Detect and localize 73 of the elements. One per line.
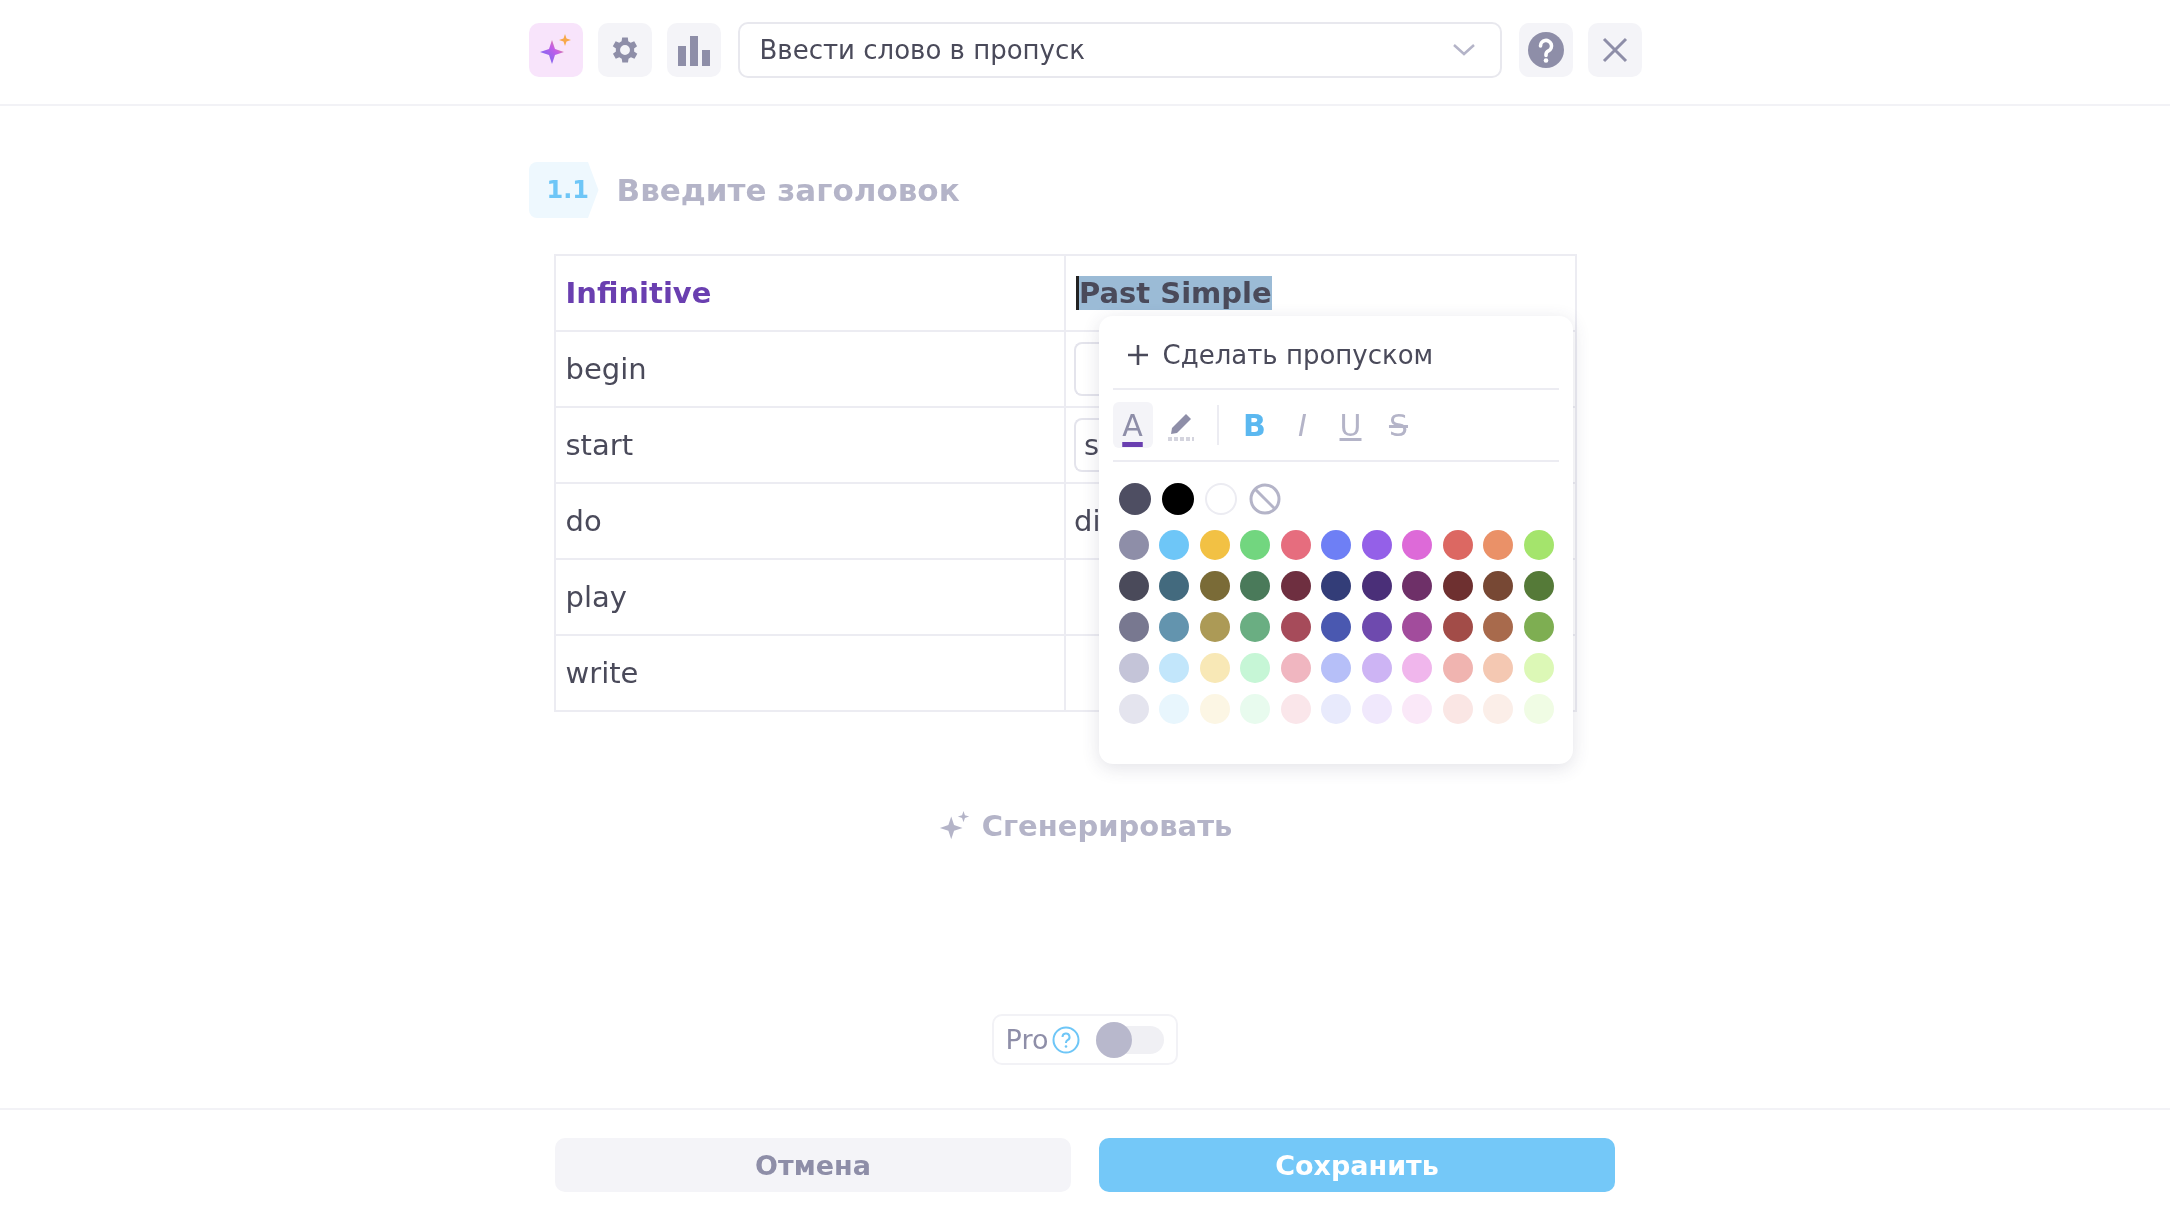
color-swatch[interactable] [1118,612,1149,642]
color-swatch[interactable] [1240,612,1270,642]
color-swatch[interactable] [1361,612,1392,642]
color-swatch[interactable] [1280,612,1311,642]
color-swatch[interactable] [1159,571,1189,601]
bar-chart-icon [675,34,712,66]
color-swatch[interactable] [1118,653,1149,683]
pro-label: Pro [1005,1024,1049,1055]
table-cell[interactable]: play [554,559,1065,635]
task-number-badge: 1.1 [528,162,599,218]
help-button[interactable] [1518,23,1573,77]
color-swatch[interactable] [1523,612,1554,642]
color-swatch[interactable] [1402,571,1432,601]
color-swatch[interactable] [1321,571,1351,601]
table-cell[interactable]: do [554,483,1065,559]
color-swatch[interactable] [1523,530,1554,560]
sparkle-button[interactable] [528,23,583,77]
color-swatch[interactable] [1280,530,1311,560]
cell-text: di [1074,504,1101,538]
close-icon [1601,37,1628,63]
color-swatch[interactable] [1118,694,1149,724]
color-swatch[interactable] [1483,653,1513,683]
color-swatch[interactable] [1280,571,1311,601]
color-swatch[interactable] [1199,571,1230,601]
color-swatch[interactable] [1240,653,1270,683]
close-button[interactable] [1587,23,1642,77]
color-swatch[interactable] [1321,612,1351,642]
table-cell[interactable]: begin [554,331,1065,407]
plus-icon [1126,344,1149,366]
color-swatch[interactable] [1442,653,1473,683]
color-swatch[interactable] [1321,530,1351,560]
statistics-button[interactable] [666,23,721,77]
color-swatch[interactable] [1442,571,1473,601]
color-swatch[interactable] [1280,694,1311,724]
color-swatch[interactable] [1118,571,1149,601]
color-swatch[interactable] [1118,483,1151,515]
color-swatch[interactable] [1159,653,1189,683]
color-swatch[interactable] [1161,483,1194,515]
color-swatch[interactable] [1442,694,1473,724]
color-swatch[interactable] [1483,612,1513,642]
color-swatch[interactable] [1442,530,1473,560]
color-swatch[interactable] [1442,612,1473,642]
color-swatch[interactable] [1280,653,1311,683]
color-swatch[interactable] [1402,653,1432,683]
color-swatch[interactable] [1402,530,1432,560]
color-swatch[interactable] [1199,653,1230,683]
color-swatch[interactable] [1523,653,1554,683]
color-swatch[interactable] [1199,612,1230,642]
color-swatch[interactable] [1361,530,1392,560]
settings-button[interactable] [597,23,652,77]
color-swatch[interactable] [1523,694,1554,724]
no-color-icon[interactable] [1247,482,1282,516]
color-swatch[interactable] [1199,694,1230,724]
table-cell[interactable]: start [554,407,1065,483]
color-swatch[interactable] [1361,571,1392,601]
color-swatch[interactable] [1523,571,1554,601]
color-swatch[interactable] [1402,612,1432,642]
chevron-down-icon [1451,43,1476,57]
color-swatch[interactable] [1321,653,1351,683]
color-swatch[interactable] [1361,653,1392,683]
color-swatch[interactable] [1483,530,1513,560]
color-swatch[interactable] [1159,530,1189,560]
help-icon [1526,31,1565,69]
color-swatch[interactable] [1118,530,1149,560]
table-cell[interactable]: write [554,635,1065,711]
mode-dropdown[interactable]: Ввести слово в пропуск [737,22,1502,78]
color-swatch[interactable] [1240,530,1270,560]
header-cell[interactable]: Infinitive [554,255,1065,331]
color-swatch[interactable] [1159,612,1189,642]
help-icon[interactable] [1052,1025,1081,1054]
color-swatch[interactable] [1240,571,1270,601]
color-swatch[interactable] [1483,571,1513,601]
color-swatch[interactable] [1199,530,1230,560]
